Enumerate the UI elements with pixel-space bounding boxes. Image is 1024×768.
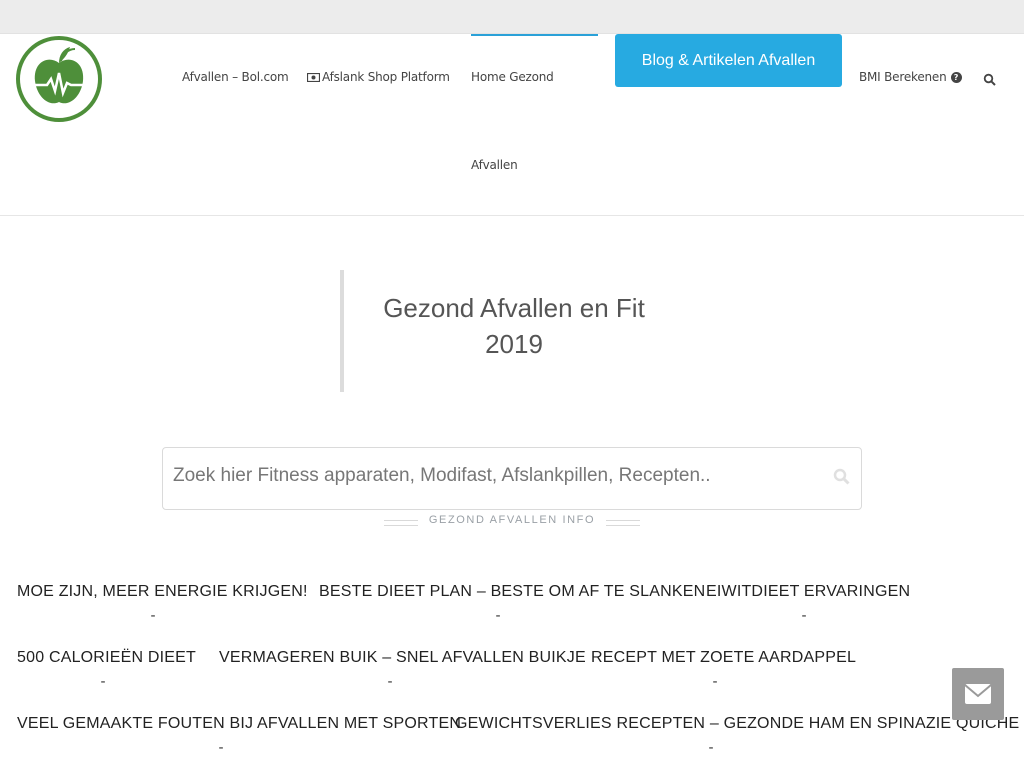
post-separator: - — [801, 608, 807, 624]
post-title: GEWICHTSVERLIES RECEPTEN – GEZONDE HAM E… — [455, 715, 1020, 732]
post-link[interactable]: RECEPT MET ZOETE AARDAPPEL - — [591, 649, 857, 690]
apple-heartbeat-logo-icon — [16, 36, 102, 122]
site-logo[interactable] — [15, 35, 103, 123]
search-box — [162, 447, 862, 510]
nav-item-bmi-berekenen[interactable]: BMI Berekenen? — [859, 70, 962, 84]
hero-accent-bar — [340, 270, 344, 392]
post-title: RECEPT MET ZOETE AARDAPPEL — [591, 649, 857, 666]
post-title: EIWITDIEET ERVARINGEN — [706, 583, 911, 600]
header-search-button[interactable] — [983, 72, 997, 86]
post-link[interactable]: EIWITDIEET ERVARINGEN - — [706, 583, 911, 624]
nav-item-afvallen[interactable]: Afvallen — [471, 158, 518, 172]
post-separator: - — [712, 674, 718, 690]
post-title: 500 CALORIEËN DIEET — [17, 649, 196, 666]
post-title: MOE ZIJN, MEER ENERGIE KRIJGEN! — [17, 583, 308, 600]
post-title: VEEL GEMAAKTE FOUTEN BIJ AFVALLEN MET SP… — [17, 715, 462, 732]
page-title-line-2: 2019 — [485, 329, 543, 359]
post-link[interactable]: BESTE DIEET PLAN – BESTE OM AF TE SLANKE… — [319, 583, 706, 624]
nav-active-indicator — [471, 34, 598, 36]
post-link[interactable]: GEWICHTSVERLIES RECEPTEN – GEZONDE HAM E… — [455, 715, 1020, 756]
post-link[interactable]: VERMAGEREN BUIK – SNEL AFVALLEN BUIKJE - — [219, 649, 586, 690]
site-header: Afvallen – Bol.com Afslank Shop Platform… — [0, 34, 1024, 216]
page-title-line-1: Gezond Afvallen en Fit — [383, 293, 645, 323]
nav-item-home-gezond[interactable]: Home Gezond — [471, 70, 554, 84]
nav-item-label: BMI Berekenen — [859, 70, 947, 84]
search-input[interactable] — [173, 458, 813, 494]
page-title: Gezond Afvallen en Fit 2019 — [364, 290, 664, 362]
post-separator: - — [708, 740, 714, 756]
post-separator: - — [100, 674, 106, 690]
post-link[interactable]: VEEL GEMAAKTE FOUTEN BIJ AFVALLEN MET SP… — [17, 715, 462, 756]
search-icon — [983, 73, 996, 86]
blog-articles-button[interactable]: Blog & Artikelen Afvallen — [615, 34, 842, 87]
post-title: BESTE DIEET PLAN – BESTE OM AF TE SLANKE… — [319, 583, 706, 600]
top-bar — [0, 0, 1024, 34]
nav-item-label: Afslank Shop Platform — [322, 70, 450, 84]
section-divider: GEZOND AFVALLEN INFO — [384, 512, 640, 530]
section-label: GEZOND AFVALLEN INFO — [428, 514, 596, 526]
nav-item-afslank-shop[interactable]: Afslank Shop Platform — [306, 70, 450, 84]
post-link[interactable]: MOE ZIJN, MEER ENERGIE KRIJGEN! - — [17, 583, 308, 624]
contact-button[interactable] — [952, 668, 1004, 720]
divider-line-right — [606, 520, 640, 526]
post-separator: - — [387, 674, 393, 690]
post-separator: - — [150, 608, 156, 624]
search-icon — [833, 468, 850, 485]
post-title: VERMAGEREN BUIK – SNEL AFVALLEN BUIKJE — [219, 649, 586, 666]
post-link[interactable]: 500 CALORIEËN DIEET - — [17, 649, 196, 690]
money-icon — [306, 72, 321, 83]
post-separator: - — [495, 608, 501, 624]
envelope-icon — [964, 684, 992, 704]
post-separator: - — [218, 740, 224, 756]
search-submit-button[interactable] — [833, 468, 851, 486]
nav-item-afvallen-bol[interactable]: Afvallen – Bol.com — [182, 70, 289, 84]
question-circle-icon: ? — [950, 72, 962, 83]
